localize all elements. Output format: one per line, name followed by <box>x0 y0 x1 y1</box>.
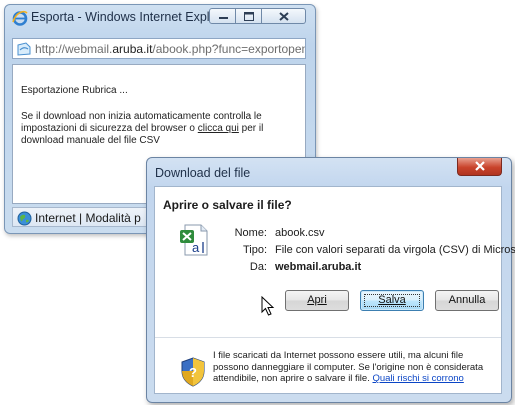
cancel-button[interactable]: Annulla <box>435 290 499 311</box>
from-label: Da: <box>249 261 267 273</box>
type-label: Tipo: <box>242 244 267 256</box>
close-button[interactable] <box>262 8 306 24</box>
warning-text: I file scaricati da Internet possono ess… <box>213 350 484 384</box>
type-value: File con valori separati da virgola (CSV… <box>275 244 515 256</box>
address-url: http://webmail.aruba.it/abook.php?func=e… <box>35 42 306 56</box>
save-button[interactable]: Salva <box>360 290 424 311</box>
svg-text:?: ? <box>189 365 197 380</box>
minimize-icon <box>219 17 228 19</box>
ie-titlebar[interactable]: Esporta - Windows Internet Explorer <box>5 5 315 31</box>
name-label: Nome: <box>234 227 267 239</box>
mouse-cursor-icon <box>261 296 275 316</box>
open-button[interactable]: Apri <box>285 290 349 311</box>
manual-download-link[interactable]: clicca qui <box>198 123 239 134</box>
name-value: abook.csv <box>275 227 325 239</box>
status-text: Internet | Modalità p <box>35 211 141 225</box>
ie-window-title: Esporta - Windows Internet Explorer <box>31 10 232 24</box>
dialog-question: Aprire o salvare il file? <box>163 198 292 212</box>
page-icon <box>17 42 31 56</box>
shield-icon: ? <box>181 357 205 387</box>
address-bar[interactable]: http://webmail.aruba.it/abook.php?func=e… <box>12 38 306 59</box>
from-value: webmail.aruba.it <box>275 261 362 273</box>
maximize-icon <box>244 12 254 21</box>
dialog-divider <box>155 337 501 338</box>
close-icon <box>475 161 485 171</box>
minimize-button[interactable] <box>209 8 236 24</box>
dialog-title: Download del file <box>155 166 251 180</box>
export-heading: Esportazione Rubrica ... <box>21 85 128 96</box>
dialog-body: Aprire o salvare il file? a Nome: abook.… <box>154 186 515 394</box>
export-message: Se il download non inizia automaticament… <box>21 111 264 146</box>
globe-icon <box>17 211 32 226</box>
close-icon <box>279 12 289 21</box>
csv-file-icon: a <box>180 224 208 256</box>
download-dialog: Download del file Aprire o salvare il fi… <box>146 157 515 403</box>
maximize-button[interactable] <box>236 8 262 24</box>
svg-text:a: a <box>192 240 200 255</box>
dialog-close-button[interactable] <box>457 158 502 176</box>
ie-logo-icon <box>12 10 28 26</box>
risks-link[interactable]: Quali rischi si corrono <box>372 373 463 384</box>
